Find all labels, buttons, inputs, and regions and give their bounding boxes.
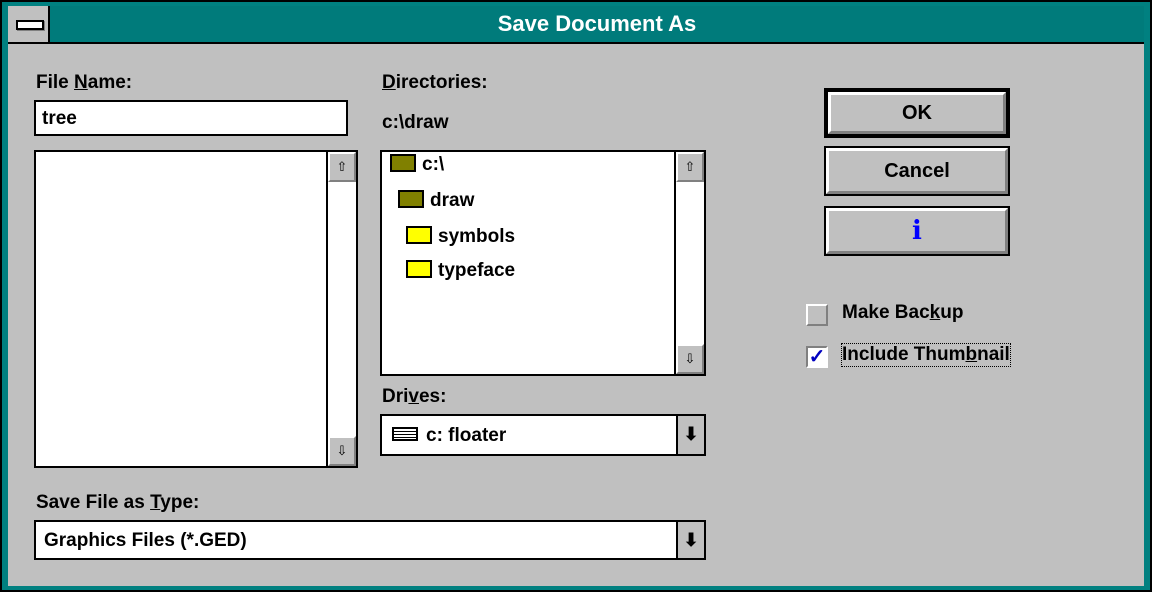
cancel-button[interactable]: Cancel [824, 146, 1010, 196]
save-document-dialog: Save Document As File Name: tree ⇧ ⇩ Dir… [0, 0, 1152, 592]
directories-label: Directories: [382, 72, 488, 93]
directory-item[interactable]: symbols [406, 226, 515, 248]
info-icon: i [912, 216, 922, 246]
include-thumbnail-label: Include Thumbnail [841, 343, 1011, 367]
system-menu-icon [16, 20, 44, 30]
directory-item[interactable]: draw [398, 190, 474, 212]
directory-list[interactable]: c:\ draw symbols typeface ⇧ ⇩ [380, 150, 706, 376]
file-list-scrollbar[interactable]: ⇧ ⇩ [326, 152, 356, 466]
file-name-value: tree [42, 108, 77, 129]
drives-dropdown[interactable]: c: floater ⬇ [380, 414, 706, 456]
make-backup-label: Make Backup [842, 302, 964, 323]
scroll-down-button[interactable]: ⇩ [328, 436, 356, 466]
folder-icon [406, 260, 432, 278]
directory-item[interactable]: c:\ [390, 154, 444, 176]
save-type-dropdown-button[interactable]: ⬇ [676, 522, 704, 558]
drives-label: Drives: [382, 386, 447, 407]
open-folder-icon [398, 190, 424, 208]
directory-item[interactable]: typeface [406, 260, 515, 282]
info-button[interactable]: i [824, 206, 1010, 256]
save-type-selected: Graphics Files (*.GED) [44, 530, 247, 551]
window-title: Save Document As [497, 11, 697, 36]
drives-selected: c: floater [426, 425, 507, 446]
dialog-body: File Name: tree ⇧ ⇩ Directories: c:\draw… [8, 44, 1144, 586]
title-bar: Save Document As [8, 6, 1144, 44]
scroll-down-button[interactable]: ⇩ [676, 344, 704, 374]
open-folder-icon [390, 154, 416, 172]
include-thumbnail-checkbox[interactable]: ✓ [806, 346, 828, 368]
folder-icon [406, 226, 432, 244]
scroll-up-button[interactable]: ⇧ [676, 152, 704, 182]
system-menu-button[interactable] [8, 6, 50, 42]
make-backup-checkbox[interactable] [806, 304, 828, 326]
file-name-input[interactable]: tree [34, 100, 348, 136]
save-type-label: Save File as Type: [36, 492, 200, 513]
hard-drive-icon [392, 427, 418, 441]
file-list[interactable]: ⇧ ⇩ [34, 150, 358, 468]
directory-list-scrollbar[interactable]: ⇧ ⇩ [674, 152, 704, 374]
save-type-dropdown[interactable]: Graphics Files (*.GED) ⬇ [34, 520, 706, 560]
scroll-up-button[interactable]: ⇧ [328, 152, 356, 182]
file-name-label: File Name: [36, 72, 133, 93]
drives-dropdown-button[interactable]: ⬇ [676, 416, 704, 454]
ok-button[interactable]: OK [824, 88, 1010, 138]
current-directory: c:\draw [382, 112, 449, 133]
